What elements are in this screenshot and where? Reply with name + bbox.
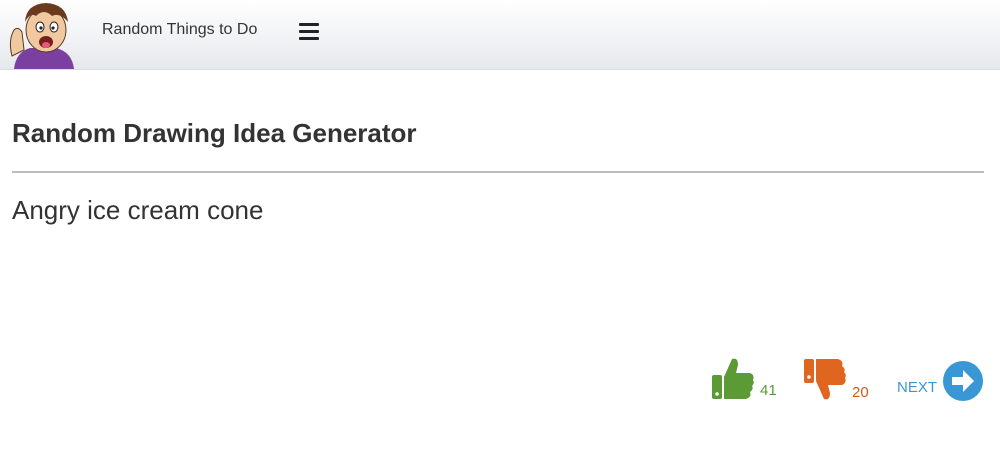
upvote-count: 41 [760,382,777,399]
navbar: Random Things to Do [0,0,1000,70]
divider [12,171,984,173]
site-title-link[interactable]: Random Things to Do [102,21,257,39]
next-label: NEXT [897,378,938,396]
downvote-count: 20 [852,384,869,401]
page-title: Random Drawing Idea Generator [12,118,417,148]
downvote-button[interactable]: 20 [802,357,869,403]
thumbs-down-icon [804,359,846,400]
next-button[interactable]: NEXT [897,361,984,401]
arrow-right-circle-icon [943,361,984,401]
upvote-button[interactable]: 41 [710,355,777,401]
logo-avatar-icon[interactable] [8,0,78,69]
hamburger-menu-icon[interactable] [299,23,319,41]
generated-idea-text: Angry ice cream cone [12,195,264,225]
thumbs-up-icon [712,358,754,399]
